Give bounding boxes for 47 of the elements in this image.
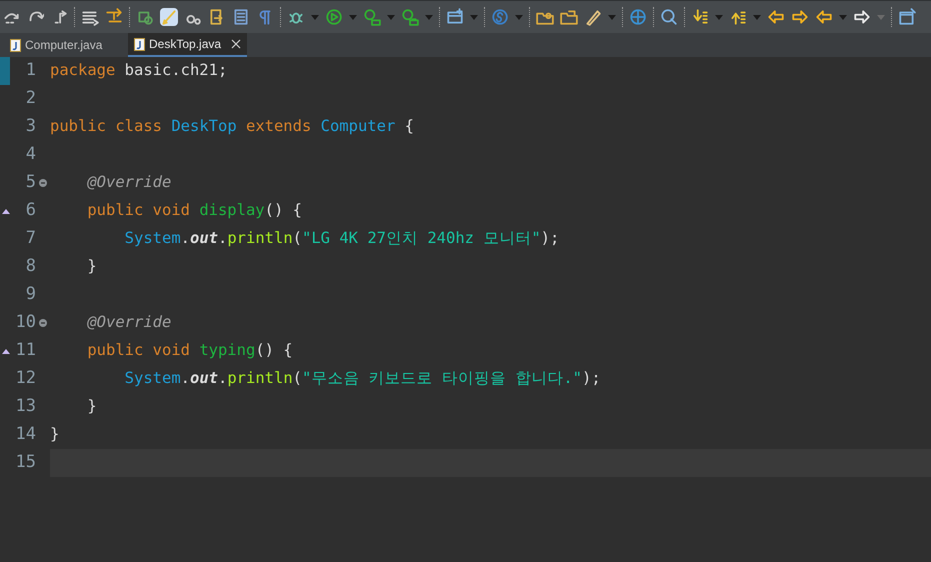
open-folder-icon[interactable] [560,8,578,26]
code-line: } [86,396,97,418]
code-line: public void typing() { [86,340,293,362]
line-number: 5 [24,171,36,194]
line-number: 8 [24,255,36,278]
code-line: public void display() { [86,200,302,222]
line-number: 15 [14,451,36,474]
close-icon[interactable] [231,39,242,49]
editor-tab[interactable]: DeskTop.java [128,33,248,57]
line-number: 9 [24,283,36,306]
code-line: } [50,424,60,446]
line-number: 7 [24,227,36,250]
new-class-icon[interactable] [491,8,509,26]
override-triangle-icon[interactable] [2,208,10,214]
line-number: 2 [24,87,36,110]
forward-edit-icon[interactable] [791,8,809,26]
line-number: 14 [14,423,36,446]
back-edit-icon[interactable] [767,8,785,26]
window-pin-icon[interactable] [898,8,916,26]
next-annotation-icon[interactable] [691,8,709,26]
line-number: 4 [24,143,36,166]
fold-minus-icon[interactable] [39,319,47,327]
code-line: package basic.ch21; [50,60,228,82]
java-file-icon [10,38,21,52]
code-line: System.out.println("LG 4K 27인치 240hz 모니터"); [124,228,560,250]
line-number: 3 [24,115,36,138]
back-arrow-icon[interactable] [815,8,833,26]
code-line: } [86,256,97,278]
line-number: 11 [14,339,36,362]
line-number: 6 [24,199,36,222]
line-number: 12 [14,367,36,390]
code-line: @Override [86,172,172,194]
code-line: @Override [86,312,172,334]
globe-icon[interactable] [629,8,647,26]
line-number: 10 [14,311,36,334]
pen-icon[interactable] [584,8,602,26]
line-number: 1 [24,59,36,82]
override-triangle-icon[interactable] [2,348,10,354]
line-number: 13 [14,395,36,418]
editor-tab[interactable]: Computer.java [4,33,128,57]
forward-arrow-icon[interactable] [853,8,871,26]
code-line: public class DeskTop extends Computer { [50,116,414,138]
java-file-icon [134,38,145,50]
document-list-icon[interactable] [232,8,250,26]
fold-minus-icon[interactable] [39,179,47,187]
code-line: System.out.println("무소음 키보드로 타이핑을 합니다."); [124,368,601,390]
run-icon[interactable] [325,8,343,26]
